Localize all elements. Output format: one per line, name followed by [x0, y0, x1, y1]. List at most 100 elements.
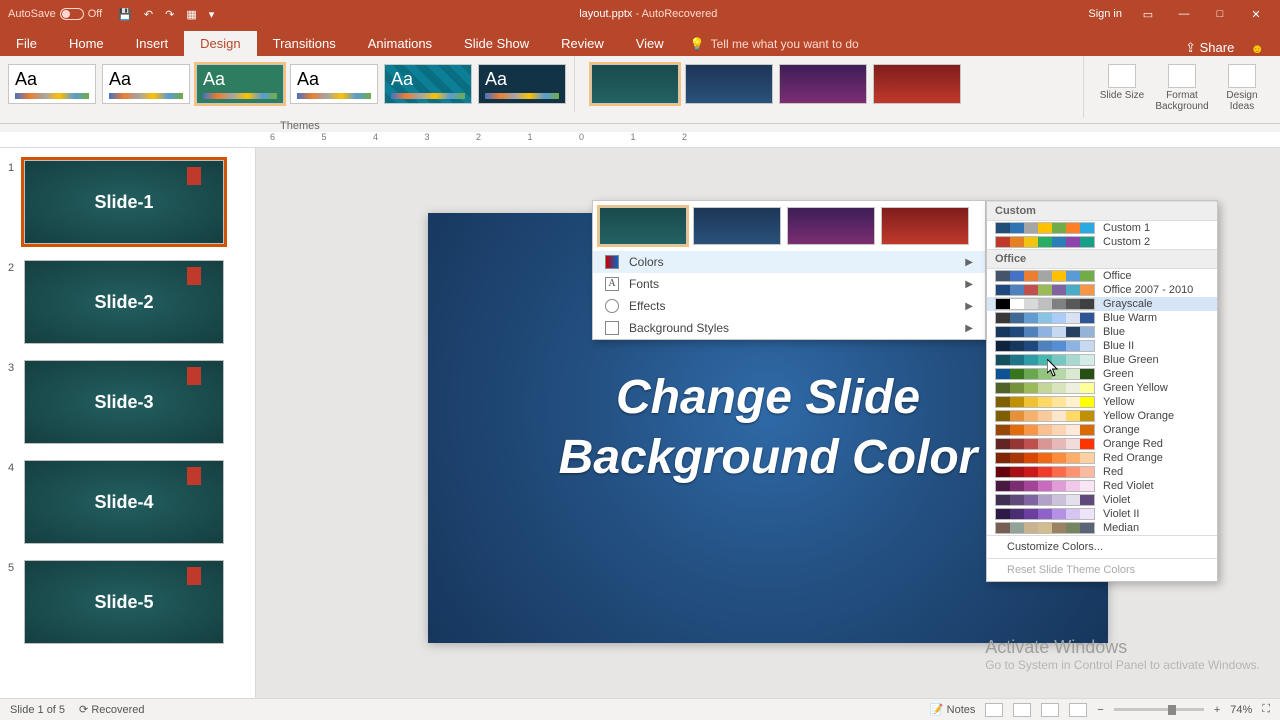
color-scheme-row[interactable]: Green Yellow [987, 381, 1217, 395]
color-scheme-row[interactable]: Orange [987, 423, 1217, 437]
undo-icon[interactable]: ↶ [144, 8, 153, 21]
variant-3[interactable] [779, 64, 867, 104]
variant-dd-4[interactable] [881, 207, 969, 245]
color-scheme-row[interactable]: Green [987, 367, 1217, 381]
variant-dd-2[interactable] [693, 207, 781, 245]
variants-dropdown-thumbs [593, 201, 985, 251]
color-scheme-row[interactable]: Custom 1 [987, 221, 1217, 235]
theme-1[interactable]: Aa [8, 64, 96, 104]
color-scheme-row[interactable]: Violet II [987, 507, 1217, 521]
color-scheme-row[interactable]: Violet [987, 493, 1217, 507]
menu-effects[interactable]: Effects ▶ [593, 295, 985, 317]
theme-6[interactable]: Aa [478, 64, 566, 104]
start-from-beginning-icon[interactable]: ▦ [186, 8, 196, 21]
thumb-row[interactable]: 2Slide-2 [0, 256, 255, 356]
color-scheme-row[interactable]: Median [987, 521, 1217, 535]
color-scheme-row[interactable]: Office 2007 - 2010 [987, 283, 1217, 297]
ribbon-display-icon[interactable]: ▭ [1138, 4, 1158, 24]
slide-size-button[interactable]: Slide Size [1094, 62, 1150, 112]
color-scheme-row[interactable]: Blue Green [987, 353, 1217, 367]
variant-2[interactable] [685, 64, 773, 104]
zoom-in-icon[interactable]: + [1214, 704, 1220, 716]
thumb-card[interactable]: Slide-2 [24, 260, 224, 344]
tab-design[interactable]: Design [184, 31, 256, 56]
tab-home[interactable]: Home [53, 31, 120, 56]
color-scheme-row[interactable]: Yellow Orange [987, 409, 1217, 423]
zoom-slider[interactable] [1114, 708, 1204, 711]
thumb-row[interactable]: 3Slide-3 [0, 356, 255, 456]
color-scheme-row[interactable]: Red Orange [987, 451, 1217, 465]
qat-more-icon[interactable]: ▾ [209, 8, 215, 21]
themes-gallery[interactable]: Aa Aa Aa Aa Aa Aa [0, 56, 574, 112]
theme-5[interactable]: Aa [384, 64, 472, 104]
tab-view[interactable]: View [620, 31, 680, 56]
menu-background-styles[interactable]: Background Styles ▶ [593, 317, 985, 339]
color-scheme-name: Grayscale [1103, 298, 1153, 310]
redo-icon[interactable]: ↷ [165, 8, 174, 21]
thumb-number: 4 [8, 460, 24, 474]
thumb-card[interactable]: Slide-1 [24, 160, 224, 244]
thumb-row[interactable]: 4Slide-4 [0, 456, 255, 556]
menu-fonts[interactable]: A Fonts ▶ [593, 273, 985, 295]
tab-transitions[interactable]: Transitions [257, 31, 352, 56]
signin-link[interactable]: Sign in [1088, 4, 1122, 24]
color-scheme-row[interactable]: Blue Warm [987, 311, 1217, 325]
tab-review[interactable]: Review [545, 31, 620, 56]
format-background-button[interactable]: Format Background [1154, 62, 1210, 112]
color-scheme-row[interactable]: Red [987, 465, 1217, 479]
color-swatch-strip [995, 354, 1095, 366]
variant-dd-1[interactable] [599, 207, 687, 245]
face-icon[interactable]: ☻ [1250, 41, 1264, 56]
color-scheme-row[interactable]: Blue [987, 325, 1217, 339]
share-button[interactable]: ⇪ Share [1185, 40, 1234, 56]
maximize-icon[interactable]: □ [1210, 4, 1230, 24]
color-scheme-row[interactable]: Blue II [987, 339, 1217, 353]
thumb-card[interactable]: Slide-3 [24, 360, 224, 444]
ribbon-tabs: File Home Insert Design Transitions Anim… [0, 28, 1280, 56]
color-scheme-row[interactable]: Grayscale [987, 297, 1217, 311]
color-swatch-strip [995, 340, 1095, 352]
color-scheme-row[interactable]: Yellow [987, 395, 1217, 409]
autosave-switch-icon[interactable] [60, 8, 84, 20]
tab-animations[interactable]: Animations [352, 31, 448, 56]
reading-view-icon[interactable] [1041, 703, 1059, 717]
sorter-view-icon[interactable] [1013, 703, 1031, 717]
minimize-icon[interactable]: — [1174, 4, 1194, 24]
save-icon[interactable]: 💾 [118, 8, 132, 21]
fit-to-window-icon[interactable]: ⛶ [1262, 703, 1270, 716]
color-scheme-row[interactable]: Red Violet [987, 479, 1217, 493]
theme-2[interactable]: Aa [102, 64, 190, 104]
reset-theme-colors: Reset Slide Theme Colors [987, 558, 1217, 581]
variant-1[interactable] [591, 64, 679, 104]
close-icon[interactable]: ✕ [1246, 4, 1266, 24]
thumb-row[interactable]: 5Slide-5 [0, 556, 255, 656]
slideshow-view-icon[interactable] [1069, 703, 1087, 717]
variant-dd-3[interactable] [787, 207, 875, 245]
menu-colors[interactable]: Colors ▶ [593, 251, 985, 273]
thumb-row[interactable]: 1Slide-1 [0, 156, 255, 256]
color-scheme-row[interactable]: Office [987, 269, 1217, 283]
tab-file[interactable]: File [0, 31, 53, 56]
color-scheme-row[interactable]: Orange Red [987, 437, 1217, 451]
tab-slideshow[interactable]: Slide Show [448, 31, 545, 56]
theme-4[interactable]: Aa [290, 64, 378, 104]
zoom-out-icon[interactable]: − [1097, 704, 1103, 716]
zoom-level[interactable]: 74% [1230, 704, 1252, 716]
notes-button[interactable]: 📝 Notes [930, 703, 976, 716]
thumb-card[interactable]: Slide-4 [24, 460, 224, 544]
theme-3[interactable]: Aa [196, 64, 284, 104]
normal-view-icon[interactable] [985, 703, 1003, 717]
autosave-toggle[interactable]: AutoSave Off [0, 8, 110, 20]
color-scheme-row[interactable]: Custom 2 [987, 235, 1217, 249]
slide-thumbnails[interactable]: 1Slide-12Slide-23Slide-34Slide-45Slide-5 [0, 148, 256, 698]
design-ideas-button[interactable]: Design Ideas [1214, 62, 1270, 112]
variants-gallery[interactable] [574, 56, 969, 112]
tab-insert[interactable]: Insert [120, 31, 185, 56]
customize-colors[interactable]: Customize Colors... [987, 535, 1217, 558]
tell-me-search[interactable]: 💡 Tell me what you want to do [680, 32, 869, 56]
recovered-status[interactable]: ⟳ Recovered [79, 703, 144, 716]
color-swatch-strip [995, 284, 1095, 296]
chevron-right-icon: ▶ [965, 301, 973, 312]
thumb-card[interactable]: Slide-5 [24, 560, 224, 644]
variant-4[interactable] [873, 64, 961, 104]
